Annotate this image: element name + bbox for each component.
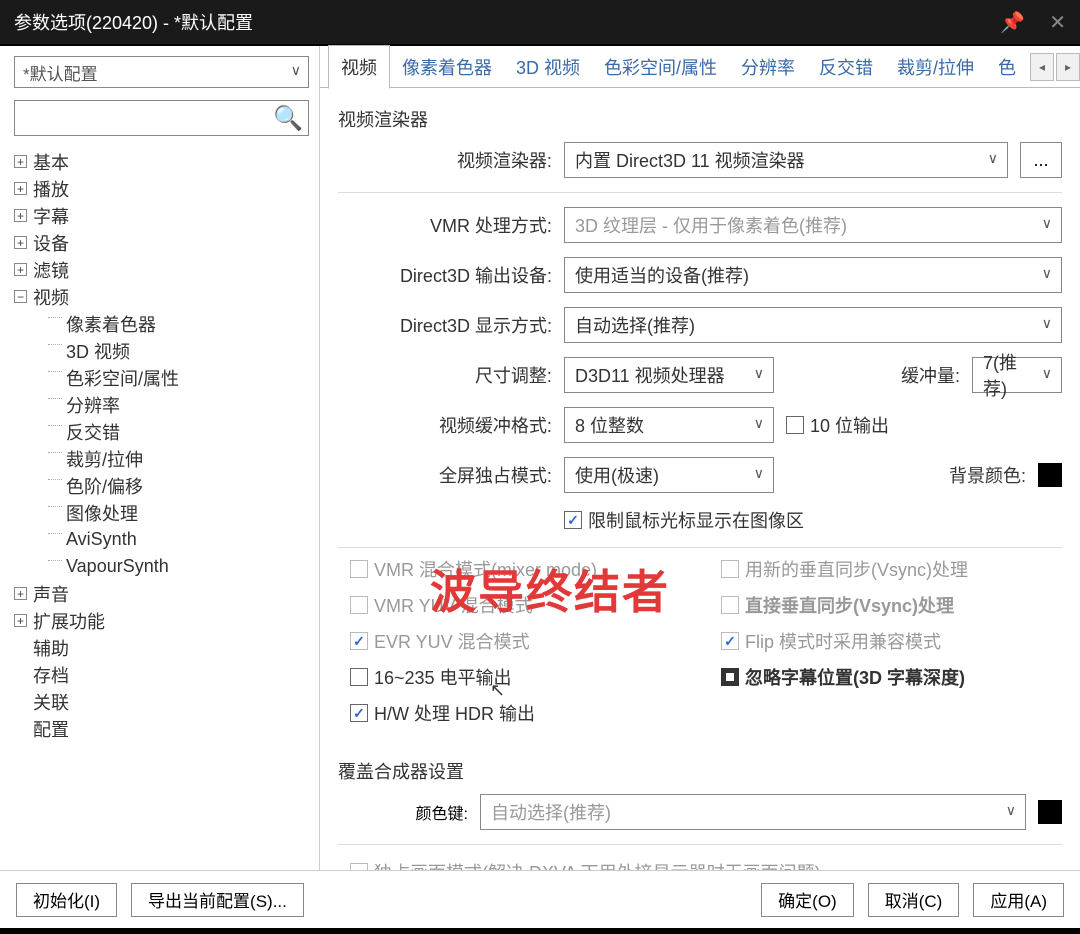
- tree-item-associate[interactable]: 关联: [14, 688, 309, 715]
- search-input[interactable]: [14, 100, 309, 136]
- tree-item-deinterlace[interactable]: 反交错: [14, 418, 309, 445]
- tree-item-basic[interactable]: +基本: [14, 148, 309, 175]
- resize-select[interactable]: D3D11 视频处理器∨: [564, 357, 774, 393]
- tree-item-playback[interactable]: +播放: [14, 175, 309, 202]
- export-button[interactable]: 导出当前配置(S)...: [131, 883, 304, 917]
- tree-item-extend[interactable]: +扩展功能: [14, 607, 309, 634]
- chevron-down-icon: ∨: [754, 365, 764, 382]
- titlebar: 参数选项(220420) - *默认配置 📌 ✕: [0, 0, 1080, 46]
- d3d-device-label: Direct3D 输出设备:: [338, 262, 552, 288]
- tree-item-config[interactable]: 配置: [14, 715, 309, 742]
- button-bar: 初始化(I) 导出当前配置(S)... 确定(O) 取消(C) 应用(A): [0, 870, 1080, 928]
- fullscreen-label: 全屏独占模式:: [338, 462, 552, 488]
- chk-vmr-mixer: VMR 混合模式(mixer mode): [350, 556, 691, 582]
- chk-cursor-limit[interactable]: 限制鼠标光标显示在图像区: [564, 507, 804, 533]
- tab-scroll-left-button[interactable]: ◂: [1030, 53, 1054, 81]
- preset-select[interactable]: ∨: [14, 56, 309, 88]
- tree-item-level-offset[interactable]: 色阶/偏移: [14, 472, 309, 499]
- buffer-select[interactable]: 7(推荐)∨: [972, 357, 1062, 393]
- nav-tree: +基本 +播放 +字幕 +设备 +滤镜 −视频 像素着色器 3D 视频 色彩空间…: [14, 148, 309, 860]
- chk-evr-yuv: EVR YUV 混合模式: [350, 628, 691, 654]
- tab-pixel-shader[interactable]: 像素着色器: [390, 46, 504, 88]
- cancel-button[interactable]: 取消(C): [868, 883, 960, 917]
- window-title: 参数选项(220420) - *默认配置: [14, 9, 253, 35]
- tab-resolution[interactable]: 分辨率: [729, 46, 807, 88]
- chevron-down-icon: ∨: [754, 465, 764, 482]
- tab-colorspace[interactable]: 色彩空间/属性: [592, 46, 729, 88]
- init-button[interactable]: 初始化(I): [16, 883, 117, 917]
- tree-item-crop-stretch[interactable]: 裁剪/拉伸: [14, 445, 309, 472]
- chevron-down-icon: ∨: [291, 62, 301, 79]
- chk-exclusive: 独占画面模式(解决 DXVA 下用外接显示器时无画面问题): [350, 859, 1062, 870]
- vmr-select[interactable]: 3D 纹理层 - 仅用于像素着色(推荐)∨: [564, 207, 1062, 243]
- resize-label: 尺寸调整:: [338, 362, 552, 388]
- tab-deinterlace[interactable]: 反交错: [807, 46, 885, 88]
- tree-item-colorspace[interactable]: 色彩空间/属性: [14, 364, 309, 391]
- colorkey-select[interactable]: 自动选择(推荐)∨: [480, 794, 1026, 830]
- tab-bar: 视频 像素着色器 3D 视频 色彩空间/属性 分辨率 反交错 裁剪/拉伸 色 ◂…: [320, 46, 1080, 88]
- tree-item-vapoursynth[interactable]: VapourSynth: [14, 553, 309, 580]
- tree-item-pixel-shader[interactable]: 像素着色器: [14, 310, 309, 337]
- colorkey-swatch[interactable]: [1038, 800, 1062, 824]
- chk-vsync-new: 用新的垂直同步(Vsync)处理: [721, 556, 1062, 582]
- tree-item-image-proc[interactable]: 图像处理: [14, 499, 309, 526]
- tree-item-archive[interactable]: 存档: [14, 661, 309, 688]
- buffer-label: 缓冲量:: [901, 362, 960, 388]
- chevron-down-icon: ∨: [988, 150, 998, 167]
- vmr-label: VMR 处理方式:: [338, 212, 552, 238]
- tree-item-3d-video[interactable]: 3D 视频: [14, 337, 309, 364]
- tree-item-assist[interactable]: 辅助: [14, 634, 309, 661]
- tree-item-audio[interactable]: +声音: [14, 580, 309, 607]
- ok-button[interactable]: 确定(O): [761, 883, 854, 917]
- bgcolor-label: 背景颜色:: [949, 462, 1026, 488]
- pin-icon[interactable]: 📌: [1000, 10, 1025, 35]
- colorkey-label: 颜色键:: [388, 800, 468, 824]
- chk-10bit[interactable]: 10 位输出: [786, 412, 889, 438]
- tab-color-partial[interactable]: 色: [986, 46, 1028, 88]
- d3d-device-select[interactable]: 使用适当的设备(推荐)∨: [564, 257, 1062, 293]
- section-renderer: 视频渲染器: [338, 106, 1062, 132]
- tree-item-filter[interactable]: +滤镜: [14, 256, 309, 283]
- tab-scroll-right-button[interactable]: ▸: [1056, 53, 1080, 81]
- tree-item-video[interactable]: −视频: [14, 283, 309, 310]
- chk-vsync-direct: 直接垂直同步(Vsync)处理: [721, 592, 1062, 618]
- chevron-down-icon: ∨: [1042, 365, 1052, 382]
- preset-input[interactable]: [14, 56, 309, 88]
- buf-format-label: 视频缓冲格式:: [338, 412, 552, 438]
- search-icon: 🔍: [273, 104, 303, 133]
- chevron-down-icon: ∨: [1006, 802, 1016, 819]
- chevron-down-icon: ∨: [754, 415, 764, 432]
- chevron-down-icon: ∨: [1042, 215, 1052, 232]
- section-overlay: 覆盖合成器设置: [338, 758, 1062, 784]
- chk-ignore-sub[interactable]: 忽略字幕位置(3D 字幕深度): [721, 664, 1062, 690]
- renderer-select[interactable]: 内置 Direct3D 11 视频渲染器∨: [564, 142, 1008, 178]
- tab-video[interactable]: 视频: [328, 45, 390, 89]
- renderer-label: 视频渲染器:: [338, 147, 552, 173]
- chk-16-235[interactable]: 16~235 电平输出: [350, 664, 691, 690]
- tab-crop-stretch[interactable]: 裁剪/拉伸: [885, 46, 986, 88]
- fullscreen-select[interactable]: 使用(极速)∨: [564, 457, 774, 493]
- chk-hw-hdr[interactable]: H/W 处理 HDR 输出: [350, 700, 691, 726]
- chk-flip: Flip 模式时采用兼容模式: [721, 628, 1062, 654]
- chevron-down-icon: ∨: [1042, 265, 1052, 282]
- close-icon[interactable]: ✕: [1049, 10, 1066, 35]
- d3d-display-select[interactable]: 自动选择(推荐)∨: [564, 307, 1062, 343]
- tree-item-avisynth[interactable]: AviSynth: [14, 526, 309, 553]
- form-panel: 波导终结者 视频渲染器 视频渲染器: 内置 Direct3D 11 视频渲染器∨…: [320, 88, 1080, 870]
- search-box[interactable]: 🔍: [14, 100, 309, 136]
- chevron-down-icon: ∨: [1042, 315, 1052, 332]
- renderer-more-button[interactable]: ...: [1020, 142, 1062, 178]
- chk-vmr-yuv: VMR YUV 混合模式: [350, 592, 691, 618]
- buf-format-select[interactable]: 8 位整数∨: [564, 407, 774, 443]
- tree-item-device[interactable]: +设备: [14, 229, 309, 256]
- tree-item-subtitles[interactable]: +字幕: [14, 202, 309, 229]
- tab-3d-video[interactable]: 3D 视频: [504, 46, 592, 88]
- bgcolor-swatch[interactable]: [1038, 463, 1062, 487]
- apply-button[interactable]: 应用(A): [973, 883, 1064, 917]
- d3d-display-label: Direct3D 显示方式:: [338, 312, 552, 338]
- tree-item-resolution[interactable]: 分辨率: [14, 391, 309, 418]
